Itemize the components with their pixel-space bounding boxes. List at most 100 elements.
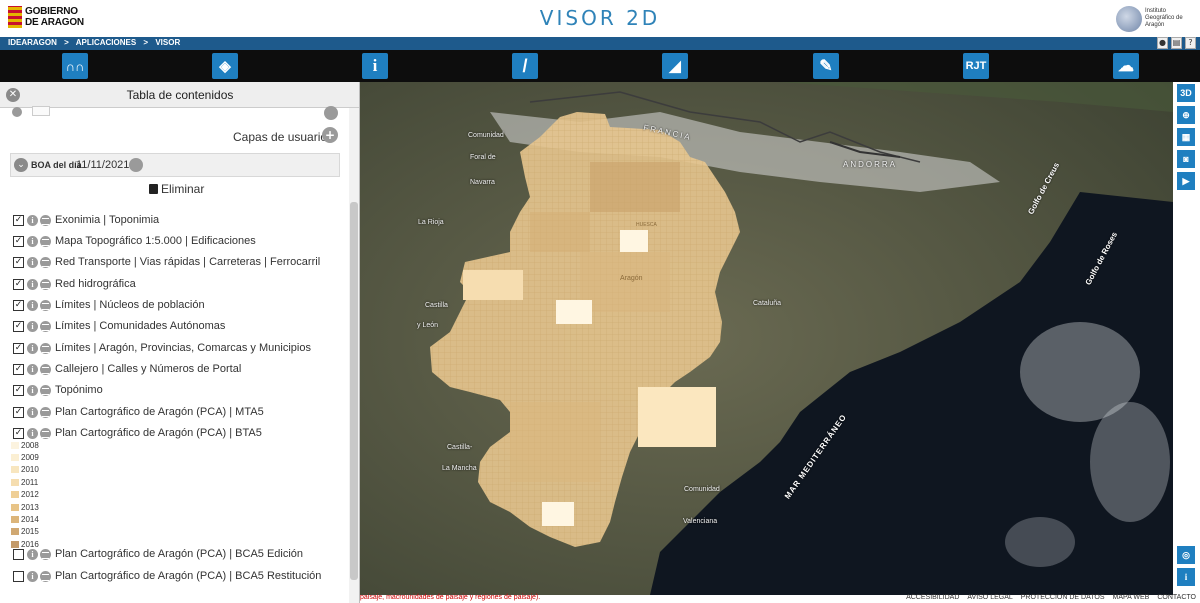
instituto-geografico-logo[interactable]: Instituto Geográfico de Aragón (1116, 2, 1194, 35)
footer-link-aviso-legal[interactable]: AVISO LEGAL (967, 594, 1012, 601)
info-icon[interactable]: i (27, 427, 38, 439)
layer-row[interactable]: ✓ i Exonimia | Toponimia (13, 212, 159, 228)
weather-button[interactable]: ☁ (1113, 53, 1139, 79)
delete-button[interactable]: Eliminar (149, 182, 204, 196)
legend-icon[interactable] (40, 363, 51, 375)
layer-row[interactable]: ✓ i Plan Cartográfico de Aragón (PCA) | MT… (13, 404, 264, 420)
layer-checkbox[interactable]: ✓ (13, 384, 24, 396)
info-icon[interactable]: i (27, 570, 38, 582)
pencil-button[interactable]: ✎ (813, 53, 839, 79)
info-icon[interactable]: i (27, 299, 38, 311)
layer-row[interactable]: ✓ i Mapa Topográfico 1:5.000 | Edificacion… (13, 233, 256, 249)
partial-action-icon[interactable] (324, 106, 338, 120)
legend-swatch (11, 516, 19, 524)
layer-row[interactable]: ✓ i Límites | Núcleos de población (13, 297, 205, 313)
footer-link-mapa-web[interactable]: MAPA WEB (1113, 594, 1150, 601)
layer-checkbox[interactable] (13, 548, 24, 560)
partial-icon[interactable] (12, 107, 22, 117)
user-icon[interactable]: ● (1157, 37, 1168, 49)
info-icon[interactable]: i (27, 256, 38, 268)
ruler-button[interactable]: / (512, 53, 538, 79)
legend-icon[interactable] (40, 299, 51, 311)
panel-scrollbar[interactable] (349, 108, 359, 603)
legend-icon[interactable] (40, 235, 51, 247)
rjt-label: RJT (965, 60, 987, 72)
info-icon[interactable]: i (27, 384, 38, 396)
info-icon[interactable]: i (27, 548, 38, 560)
video-button[interactable]: ▶ (1177, 172, 1195, 190)
footer-link-contacto[interactable]: CONTACTO (1157, 594, 1196, 601)
layer-row[interactable]: ✓ i Plan Cartográfico de Aragón (PCA) | BT… (13, 425, 262, 441)
legend-icon[interactable] (40, 214, 51, 226)
legend-icon[interactable] (40, 278, 51, 290)
info-icon[interactable]: i (27, 214, 38, 226)
layer-row[interactable]: ✓ i Red hidrográfica (13, 276, 136, 292)
legend-icon[interactable] (40, 427, 51, 439)
layer-checkbox[interactable]: ✓ (13, 406, 24, 418)
locate-button[interactable]: ◎ (1177, 546, 1195, 564)
layer-checkbox[interactable]: ✓ (13, 427, 24, 439)
calendar-icon[interactable] (129, 158, 143, 172)
layer-row[interactable]: ✓ i Callejero | Calles y Números de Portal (13, 361, 241, 377)
info-icon[interactable]: i (27, 320, 38, 332)
layers-button[interactable]: ◈ (212, 53, 238, 79)
info-icon[interactable]: i (27, 278, 38, 290)
legend-icon[interactable] (40, 548, 51, 560)
rjt-button[interactable]: RJT (963, 53, 989, 79)
scrollbar-thumb[interactable] (350, 202, 358, 580)
breadcrumb-idearagon[interactable]: IDEARAGON (8, 38, 57, 47)
breadcrumb-aplicaciones[interactable]: APLICACIONES (76, 38, 136, 47)
layer-row[interactable]: i Plan Cartográfico de Aragón (PCA) | BCA… (13, 568, 321, 584)
footer-link-accesibilidad[interactable]: ACCESIBILIDAD (906, 594, 959, 601)
chevron-down-icon[interactable]: ⌄ (14, 158, 28, 172)
breadcrumb-visor[interactable]: VISOR (155, 38, 180, 47)
info-button[interactable]: i (362, 53, 388, 79)
layer-checkbox[interactable]: ✓ (13, 256, 24, 268)
map-label: Cataluña (753, 300, 782, 307)
legend-year: 2010 (21, 465, 39, 475)
legend-icon[interactable] (40, 256, 51, 268)
layer-checkbox[interactable]: ✓ (13, 363, 24, 375)
3d-button[interactable]: 3D (1177, 84, 1195, 102)
legend-icon[interactable] (40, 384, 51, 396)
info-small-button[interactable]: i (1177, 568, 1195, 586)
layer-checkbox[interactable] (13, 570, 24, 582)
grid-button[interactable]: ▦ (1177, 128, 1195, 146)
add-user-layer-button[interactable]: + (322, 127, 338, 143)
binoculars-button[interactable]: ∩∩ (62, 53, 88, 79)
footer-link-proteccion-datos[interactable]: PROTECCIÓN DE DATOS (1021, 594, 1105, 601)
gobierno-aragon-logo[interactable]: GOBIERNO DE ARAGON (8, 6, 84, 28)
map-label: ANDORRA (843, 160, 898, 169)
print-icon[interactable]: ▤ (1171, 37, 1182, 49)
partial-field[interactable] (32, 106, 50, 116)
layer-checkbox[interactable]: ✓ (13, 278, 24, 290)
layer-row[interactable]: ✓ i Límites | Aragón, Provincias, Comarcas… (13, 340, 311, 356)
legend-icon[interactable] (40, 570, 51, 582)
legend-icon[interactable] (40, 320, 51, 332)
boa-section: ⌄ BOA del día 11/11/2021 (10, 153, 340, 177)
profile-button[interactable]: ◢ (662, 53, 688, 79)
info-icon[interactable]: i (27, 235, 38, 247)
map-view[interactable]: Comunidad Foral de Navarra La Rioja Cast… (360, 82, 1173, 595)
legend-icon[interactable] (40, 342, 51, 354)
layer-checkbox[interactable]: ✓ (13, 299, 24, 311)
layer-row[interactable]: ✓ i Red Transporte | Vias rápidas | Carret… (13, 254, 320, 270)
camera-button[interactable]: ◙ (1177, 150, 1195, 168)
map-label: Comunidad (468, 132, 504, 139)
boa-date[interactable]: 11/11/2021 (76, 159, 129, 171)
layer-checkbox[interactable]: ✓ (13, 320, 24, 332)
layer-row[interactable]: ✓ i Topónimo (13, 382, 103, 398)
layer-checkbox[interactable]: ✓ (13, 235, 24, 247)
layer-checkbox[interactable]: ✓ (13, 342, 24, 354)
help-icon[interactable]: ? (1185, 37, 1196, 49)
legend-icon[interactable] (40, 406, 51, 418)
layer-row[interactable]: i Plan Cartográfico de Aragón (PCA) | BCA… (13, 546, 303, 562)
info-icon[interactable]: i (27, 342, 38, 354)
camera-icon: ◙ (1183, 154, 1189, 164)
layer-checkbox[interactable]: ✓ (13, 214, 24, 226)
info-icon[interactable]: i (27, 406, 38, 418)
layer-row[interactable]: ✓ i Límites | Comunidades Autónomas (13, 318, 225, 334)
info-icon[interactable]: i (27, 363, 38, 375)
compass-button[interactable]: ⊕ (1177, 106, 1195, 124)
legend-year: 2011 (21, 477, 39, 487)
